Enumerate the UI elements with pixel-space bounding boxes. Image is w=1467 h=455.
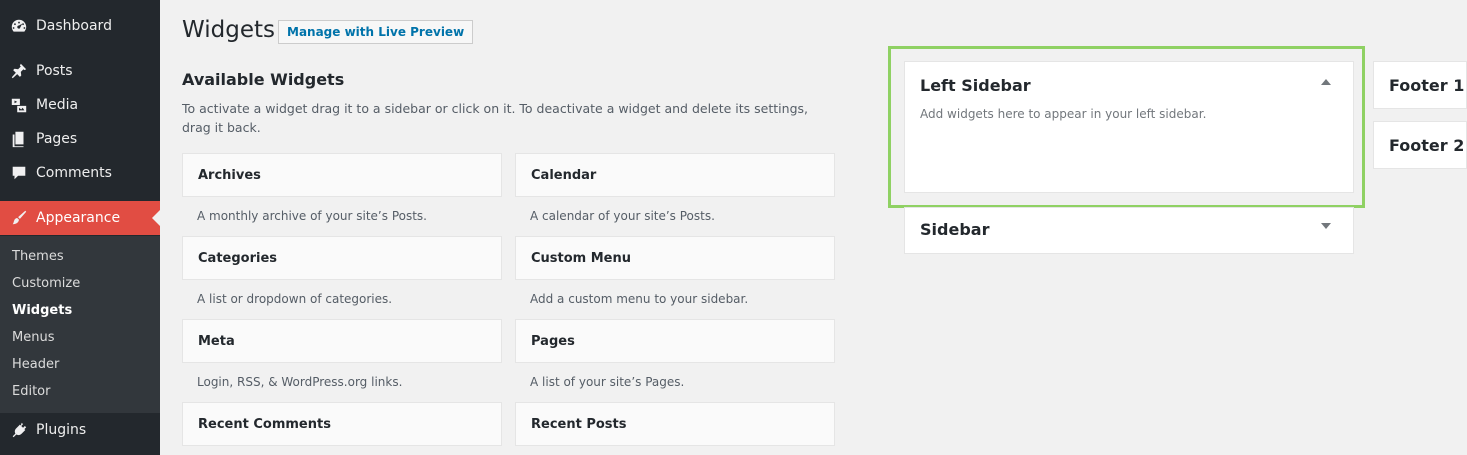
sidebar-sidebar[interactable]: Sidebar bbox=[904, 207, 1354, 254]
page-title: Widgets bbox=[182, 17, 275, 43]
available-widgets-description: To activate a widget drag it to a sideba… bbox=[182, 101, 808, 135]
menu-item-appearance[interactable]: Appearance bbox=[0, 201, 160, 235]
widget-description: A list or dropdown of categories. bbox=[197, 292, 393, 306]
widget-meta[interactable]: Meta bbox=[182, 319, 502, 363]
widget-recent-posts[interactable]: Recent Posts bbox=[515, 402, 835, 446]
sidebar-description: Add widgets here to appear in your left … bbox=[920, 107, 1207, 121]
chevron-down-icon[interactable] bbox=[1321, 223, 1331, 229]
pin-icon bbox=[9, 61, 29, 81]
sidebar-left-sidebar[interactable]: Left Sidebar Add widgets here to appear … bbox=[904, 61, 1354, 193]
menu-label-appearance: Appearance bbox=[36, 210, 121, 226]
admin-menu: Dashboard Posts Media Pages Comments App… bbox=[0, 0, 160, 455]
widget-archives[interactable]: Archives bbox=[182, 153, 502, 197]
menu-label-media: Media bbox=[36, 97, 79, 113]
comments-icon bbox=[9, 163, 29, 183]
menu-item-posts[interactable]: Posts bbox=[0, 54, 160, 88]
submenu-item-customize[interactable]: Customize bbox=[12, 273, 80, 293]
menu-item-comments[interactable]: Comments bbox=[0, 156, 160, 190]
submenu-item-widgets[interactable]: Widgets bbox=[12, 300, 72, 320]
widget-description: Login, RSS, & WordPress.org links. bbox=[197, 375, 403, 389]
paintbrush-icon bbox=[9, 208, 29, 228]
plugins-icon bbox=[9, 420, 29, 440]
sidebar-title: Footer 1 bbox=[1389, 76, 1465, 95]
submenu-item-themes[interactable]: Themes bbox=[12, 246, 64, 266]
menu-label-dashboard: Dashboard bbox=[36, 18, 112, 34]
widget-description: A calendar of your site’s Posts. bbox=[530, 209, 715, 223]
submenu-item-menus[interactable]: Menus bbox=[12, 327, 54, 347]
widget-description: A monthly archive of your site’s Posts. bbox=[197, 209, 427, 223]
appearance-submenu: Themes Customize Widgets Menus Header Ed… bbox=[0, 236, 160, 413]
menu-label-pages: Pages bbox=[36, 131, 78, 147]
media-icon bbox=[9, 95, 29, 115]
pages-icon bbox=[9, 129, 29, 149]
available-widgets-title: Available Widgets bbox=[182, 70, 345, 89]
widget-pages[interactable]: Pages bbox=[515, 319, 835, 363]
submenu-item-editor[interactable]: Editor bbox=[12, 381, 50, 401]
widget-custom-menu[interactable]: Custom Menu bbox=[515, 236, 835, 280]
manage-live-preview-button[interactable]: Manage with Live Preview bbox=[278, 20, 474, 44]
widget-description: A list of your site’s Pages. bbox=[530, 375, 685, 389]
sidebar-title: Sidebar bbox=[920, 220, 990, 239]
menu-item-plugins[interactable]: Plugins bbox=[0, 413, 160, 447]
widget-recent-comments[interactable]: Recent Comments bbox=[182, 402, 502, 446]
sidebar-footer-1[interactable]: Footer 1 bbox=[1373, 61, 1467, 109]
widget-categories[interactable]: Categories bbox=[182, 236, 502, 280]
sidebar-title: Footer 2 bbox=[1389, 136, 1465, 155]
menu-label-posts: Posts bbox=[36, 63, 73, 79]
submenu-item-header[interactable]: Header bbox=[12, 354, 59, 374]
widget-calendar[interactable]: Calendar bbox=[515, 153, 835, 197]
chevron-up-icon[interactable] bbox=[1321, 79, 1331, 85]
menu-label-comments: Comments bbox=[36, 165, 112, 181]
menu-label-plugins: Plugins bbox=[36, 422, 87, 438]
sidebar-footer-2[interactable]: Footer 2 bbox=[1373, 121, 1467, 169]
dashboard-icon bbox=[9, 16, 29, 36]
menu-item-dashboard[interactable]: Dashboard bbox=[0, 9, 160, 43]
widget-description: Add a custom menu to your sidebar. bbox=[530, 292, 749, 306]
menu-item-media[interactable]: Media bbox=[0, 88, 160, 122]
menu-item-pages[interactable]: Pages bbox=[0, 122, 160, 156]
sidebar-title: Left Sidebar bbox=[920, 76, 1031, 95]
